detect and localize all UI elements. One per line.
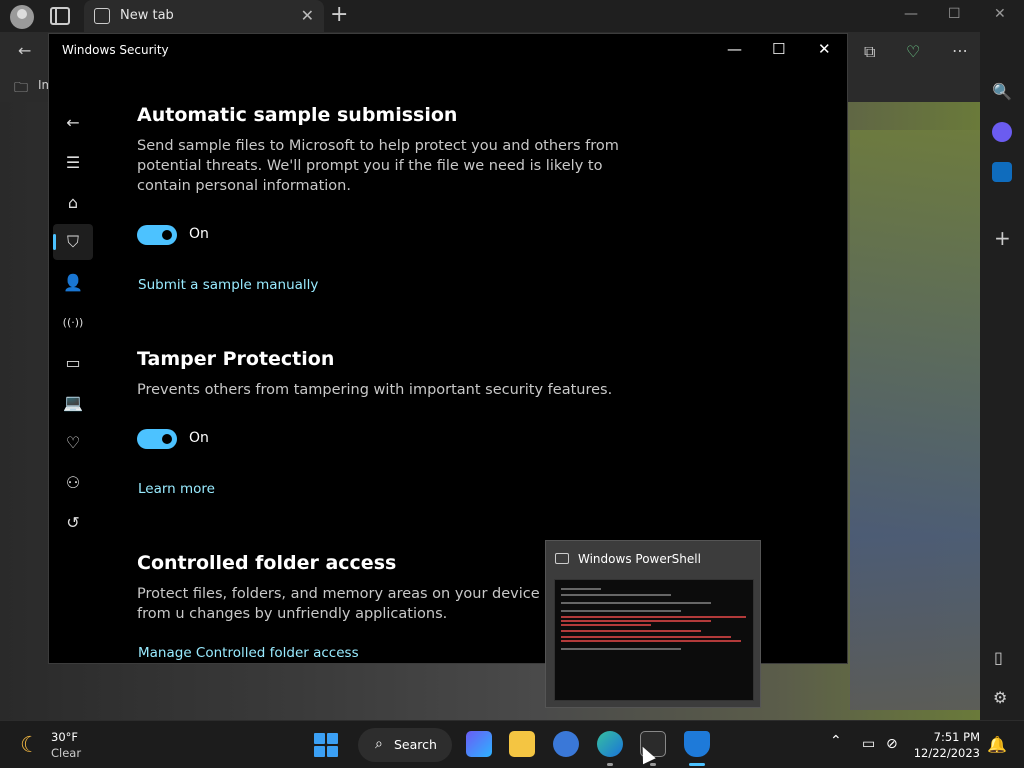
laptop-icon[interactable]: 💻 — [53, 384, 93, 420]
thumb-error-line — [561, 624, 651, 626]
chevron-up-icon[interactable]: ⌃ — [830, 733, 842, 749]
thumb-line — [561, 588, 601, 590]
start-tile — [327, 733, 338, 744]
thumb-error-line — [561, 630, 701, 632]
favorites-folder-icon[interactable]: 🗀 — [14, 77, 28, 101]
nav-active-indicator — [53, 234, 56, 250]
app-browser-icon[interactable]: ▭ — [53, 344, 93, 380]
active-indicator — [689, 763, 705, 766]
windows-security-icon[interactable] — [684, 731, 710, 757]
weather-desc[interactable]: Clear — [51, 746, 81, 760]
new-tab-favicon-icon — [94, 8, 110, 24]
file-explorer-icon[interactable] — [509, 731, 535, 757]
tab-actions-icon[interactable] — [50, 7, 70, 25]
back-arrow-icon[interactable]: ← — [18, 41, 31, 60]
start-tile — [327, 746, 338, 757]
preview-thumbnail[interactable] — [554, 579, 754, 701]
close-icon[interactable]: ✕ — [818, 40, 831, 58]
back-icon[interactable]: ← — [53, 104, 93, 140]
toggle-state-label: On — [189, 430, 209, 446]
browser-restore-icon[interactable]: ☐ — [948, 6, 961, 22]
window-title: Windows Security — [62, 43, 169, 57]
heart-pulse-icon[interactable]: ♡ — [53, 424, 93, 460]
clock-time[interactable]: 7:51 PM — [934, 730, 980, 744]
section-title: Automatic sample submission — [137, 104, 458, 126]
sidebar-toggle-icon[interactable]: ▯ — [994, 648, 1003, 667]
powershell-preview[interactable]: Windows PowerShell — [545, 540, 761, 708]
blurred-page-panel — [850, 130, 980, 710]
health-icon[interactable]: ♡ — [906, 42, 920, 61]
more-icon[interactable]: ⋯ — [952, 41, 968, 60]
settings-icon[interactable]: ⚙ — [53, 656, 93, 663]
display-icon[interactable]: ▭ — [862, 736, 875, 752]
navigation-rail: ← ☰ ⌂ ⛉ 👤 ((·)) ▭ 💻 ♡ ⚇ ↺ ⚙ — [49, 66, 97, 663]
thumb-error-line — [561, 620, 711, 622]
outlook-icon[interactable] — [992, 162, 1012, 182]
volume-muted-icon[interactable]: ⊘ — [886, 736, 898, 752]
sample-submission-toggle[interactable] — [137, 225, 177, 245]
settings-icon[interactable]: ⚙ — [993, 688, 1007, 707]
menu-icon[interactable]: ☰ — [53, 144, 93, 180]
browser-tab[interactable]: New tab ✕ — [84, 0, 324, 32]
add-icon[interactable]: + — [994, 226, 1011, 250]
browser-close-icon[interactable]: ✕ — [994, 6, 1006, 22]
running-indicator — [607, 763, 613, 766]
start-tile — [314, 746, 325, 757]
section-title: Tamper Protection — [137, 348, 335, 370]
new-tab-button[interactable]: + — [330, 2, 348, 27]
tamper-protection-toggle[interactable] — [137, 429, 177, 449]
running-indicator — [650, 763, 656, 766]
maximize-icon[interactable]: ☐ — [772, 40, 785, 58]
edge-sidebar: 🔍 + ▯ ⚙ — [980, 32, 1024, 720]
section-description: Prevents others from tampering with impo… — [137, 382, 613, 398]
thumb-error-line — [561, 616, 746, 618]
search-icon[interactable]: 🔍 — [992, 82, 1012, 101]
history-icon[interactable]: ↺ — [53, 504, 93, 540]
thumb-line — [561, 648, 681, 650]
home-icon[interactable]: ⌂ — [53, 184, 93, 220]
tab-close-icon[interactable]: ✕ — [301, 6, 314, 25]
thumb-error-line — [561, 640, 741, 642]
collections-icon[interactable]: ⧉ — [864, 42, 875, 62]
copilot-app-icon[interactable] — [992, 122, 1012, 142]
section-description: Protect files, folders, and memory areas… — [137, 586, 540, 622]
manage-folder-access-link[interactable]: Manage Controlled folder access — [138, 645, 359, 661]
start-tile — [314, 733, 325, 744]
weather-temp[interactable]: 30°F — [51, 730, 78, 744]
toggle-state-label: On — [189, 226, 209, 242]
section-description: Send sample files to Microsoft to help p… — [137, 138, 619, 194]
edge-icon[interactable] — [597, 731, 623, 757]
search-icon: ⌕ — [375, 736, 383, 752]
learn-more-link[interactable]: Learn more — [138, 481, 215, 497]
profile-icon[interactable] — [10, 5, 34, 29]
taskbar-search[interactable]: ⌕ Search — [358, 728, 452, 762]
search-label: Search — [394, 737, 437, 752]
thumb-line — [561, 594, 671, 596]
browser-tab-bar: New tab ✕ + — ☐ ✕ — [0, 0, 1024, 32]
tab-title: New tab — [120, 8, 174, 23]
taskbar: ☾ 30°F Clear ⌕ Search ⌃ ▭ ⊘ 7:51 PM 12/2… — [0, 720, 1024, 768]
section-title: Controlled folder access — [137, 552, 397, 574]
clock-date[interactable]: 12/22/2023 — [914, 746, 980, 760]
thumb-line — [561, 602, 711, 604]
thumb-error-line — [561, 636, 731, 638]
account-icon[interactable]: 👤 — [53, 264, 93, 300]
chrome-icon[interactable] — [553, 731, 579, 757]
family-icon[interactable]: ⚇ — [53, 464, 93, 500]
firewall-icon[interactable]: ((·)) — [53, 304, 93, 340]
copilot-taskbar-icon[interactable] — [466, 731, 492, 757]
moon-icon[interactable]: ☾ — [20, 733, 40, 758]
start-button[interactable] — [314, 733, 338, 757]
preview-title: Windows PowerShell — [578, 552, 701, 566]
minimize-icon[interactable]: — — [727, 40, 742, 58]
submit-sample-link[interactable]: Submit a sample manually — [138, 277, 318, 293]
shield-icon[interactable]: ⛉ — [53, 224, 93, 260]
thumb-line — [561, 610, 681, 612]
powershell-icon — [555, 553, 569, 564]
browser-minimize-icon[interactable]: — — [904, 6, 918, 22]
notification-bell-icon[interactable]: 🔔 — [987, 735, 1007, 754]
window-titlebar: Windows Security — ☐ ✕ — [49, 34, 847, 66]
